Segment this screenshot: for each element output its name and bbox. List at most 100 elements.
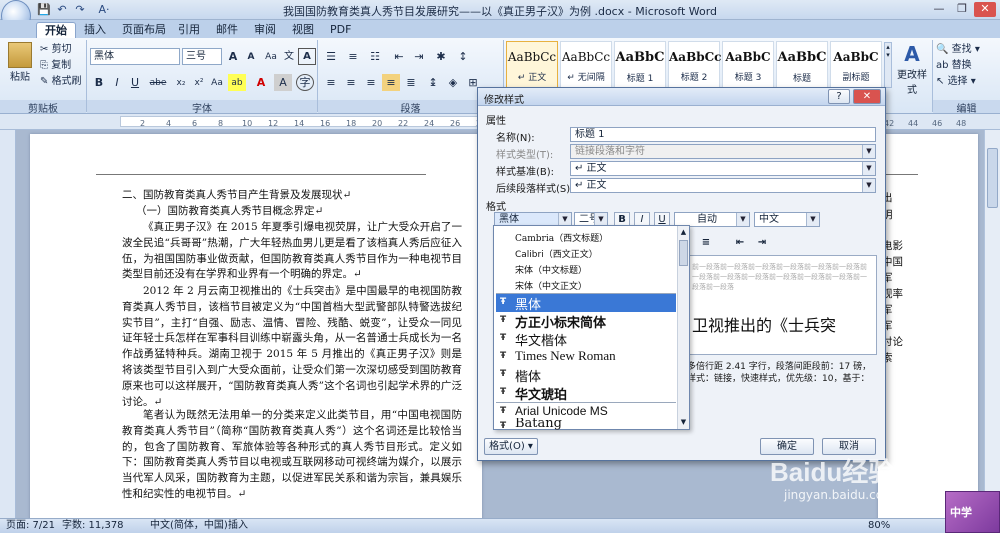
increase-indent-icon[interactable]: ⇥: [754, 236, 770, 251]
decrease-indent-icon[interactable]: ⇤: [732, 236, 748, 251]
clear-format-icon[interactable]: Aa: [262, 48, 280, 65]
style-heading-2[interactable]: AaBbCc 标题 2: [668, 41, 721, 89]
decrease-indent-icon[interactable]: ⇤: [390, 48, 408, 65]
tab-insert[interactable]: 插入: [76, 22, 114, 38]
line-spacing-icon[interactable]: ↨: [424, 74, 442, 91]
style-preview: 前一段落前一段落前一段落前一段落前一段落前一段落前一段落前一段落前一段落前一段落…: [687, 255, 877, 355]
dialog-language-value: 中文: [759, 214, 779, 225]
style-subtitle[interactable]: AaBbC 副标题: [830, 41, 882, 89]
tab-page-layout[interactable]: 页面布局: [114, 22, 174, 38]
bullets-icon[interactable]: ☰: [322, 48, 340, 65]
superscript-icon[interactable]: x²: [190, 74, 208, 91]
tab-view[interactable]: 视图: [284, 22, 322, 38]
char-border-icon[interactable]: A: [298, 48, 316, 65]
font-list-scrollbar[interactable]: ▲ ▼: [677, 226, 689, 429]
tab-pdf[interactable]: PDF: [322, 22, 359, 38]
align-left-icon[interactable]: ≡: [698, 236, 714, 251]
subscript-icon[interactable]: x₂: [172, 74, 190, 91]
format-painter-button[interactable]: ✎ 格式刷: [40, 74, 82, 90]
font-name-box[interactable]: 黑体: [90, 48, 180, 65]
font-option[interactable]: Ŧ Times New Roman: [496, 348, 676, 366]
copy-button[interactable]: ⎘ 复制: [40, 58, 71, 74]
word-count[interactable]: 字数: 11,378: [62, 519, 124, 533]
language-indicator[interactable]: 中文(简体，中国): [150, 519, 228, 533]
strikethrough-icon[interactable]: abe: [146, 74, 170, 91]
multilevel-list-icon[interactable]: ☷: [366, 48, 384, 65]
style-name-input[interactable]: 标题 1: [570, 127, 876, 142]
char-shading-icon[interactable]: A: [274, 74, 292, 91]
numbering-icon[interactable]: ≡: [344, 48, 362, 65]
enclose-char-icon[interactable]: 字: [296, 74, 314, 91]
tab-mailings[interactable]: 邮件: [208, 22, 246, 38]
font-option[interactable]: Ŧ 华文琥珀: [496, 384, 676, 403]
document-page[interactable]: 二、国防教育类真人秀节目产生背景及发展现状↵ （一）国防教育类真人秀节目概念界定…: [30, 134, 482, 524]
style-heading-3[interactable]: AaBbC 标题 3: [722, 41, 774, 89]
grow-font-icon[interactable]: A: [224, 48, 242, 65]
font-dropdown-list: Cambria（西文标题） Calibri（西文正文） 宋体（中文标题） 宋体（…: [493, 225, 690, 430]
style-title[interactable]: AaBbC 标题: [776, 41, 828, 89]
increase-indent-icon[interactable]: ⇥: [410, 48, 428, 65]
vertical-ruler[interactable]: [0, 130, 16, 518]
highlight-icon[interactable]: ab: [228, 74, 246, 91]
scroll-thumb[interactable]: [987, 148, 998, 208]
font-option[interactable]: Ŧ Batang: [496, 418, 676, 430]
style-no-spacing[interactable]: AaBbCc ↵ 无间隔: [560, 41, 612, 89]
styles-more-icon[interactable]: ▴ ▾: [884, 42, 892, 88]
tab-review[interactable]: 审阅: [246, 22, 284, 38]
bold-icon[interactable]: B: [90, 74, 108, 91]
italic-icon[interactable]: I: [108, 74, 126, 91]
change-styles-button[interactable]: A 更改样式: [894, 42, 930, 98]
next-style-select[interactable]: ↵ 正文 ▼: [570, 178, 876, 193]
paste-icon[interactable]: [8, 42, 32, 68]
close-button[interactable]: ✕: [974, 2, 996, 17]
zoom-level[interactable]: 80%: [868, 519, 890, 533]
insert-mode[interactable]: 插入: [228, 519, 248, 533]
cut-button[interactable]: ✂ 剪切: [40, 42, 72, 58]
next-style-value: ↵ 正文: [575, 180, 607, 191]
font-size-box[interactable]: 三号: [182, 48, 222, 65]
align-center-icon[interactable]: ≡: [342, 74, 360, 91]
section-heading: 二、国防教育类真人秀节目产生背景及发展现状↵: [122, 189, 352, 201]
find-button[interactable]: 🔍 查找 ▾: [936, 42, 980, 58]
minimize-button[interactable]: —: [928, 2, 950, 17]
align-left-icon[interactable]: ≡: [322, 74, 340, 91]
replace-button[interactable]: ab 替换: [936, 58, 972, 74]
select-button[interactable]: ↖ 选择 ▾: [936, 74, 976, 90]
truetype-icon: Ŧ: [500, 315, 507, 325]
paste-button[interactable]: 粘贴: [10, 70, 30, 86]
phonetic-guide-icon[interactable]: 文: [280, 48, 298, 65]
avatar-badge: 中学: [950, 506, 972, 519]
underline-icon[interactable]: U: [126, 74, 144, 91]
page-count[interactable]: 页面: 7/21: [6, 519, 55, 533]
distributed-icon[interactable]: ≣: [402, 74, 420, 91]
font-color-icon[interactable]: A: [252, 74, 270, 91]
font-option[interactable]: Ŧ 华文楷体: [496, 330, 676, 349]
font-option[interactable]: Ŧ 楷体: [496, 366, 676, 385]
font-option[interactable]: 宋体（中文正文）: [496, 276, 676, 294]
style-normal[interactable]: AaBbCc ↵ 正文: [506, 41, 558, 89]
tab-home[interactable]: 开始: [36, 22, 76, 38]
font-option-selected[interactable]: Ŧ 黑体: [496, 294, 676, 313]
shrink-font-icon[interactable]: A: [242, 48, 260, 65]
scroll-up-icon[interactable]: ▲: [678, 226, 689, 238]
scroll-down-icon[interactable]: ▼: [678, 416, 689, 428]
style-heading-1[interactable]: AaBbC 标题 1: [614, 41, 666, 89]
justify-icon[interactable]: ≡: [382, 74, 400, 91]
dialog-language-select[interactable]: 中文 ▼: [754, 212, 820, 227]
dialog-help-button[interactable]: ?: [828, 89, 850, 104]
change-case-icon[interactable]: Aa: [208, 74, 226, 91]
font-option[interactable]: Ŧ 方正小标宋简体: [496, 312, 676, 331]
tab-references[interactable]: 引用: [170, 22, 208, 38]
chevron-down-icon: ▼: [862, 179, 875, 192]
based-on-select[interactable]: ↵ 正文 ▼: [570, 161, 876, 176]
shading-icon[interactable]: ◈: [444, 74, 462, 91]
align-right-icon[interactable]: ≡: [362, 74, 380, 91]
format-menu-button[interactable]: 格式(O) ▾: [484, 438, 538, 455]
scroll-thumb[interactable]: [679, 240, 688, 266]
change-styles-icon: A: [904, 42, 920, 66]
sort-icon[interactable]: ↕: [454, 48, 472, 65]
chinese-layout-icon[interactable]: ✱: [432, 48, 450, 65]
vertical-scrollbar[interactable]: [984, 130, 1000, 518]
dialog-close-button[interactable]: ✕: [853, 89, 881, 104]
maximize-button[interactable]: ❐: [951, 2, 973, 17]
